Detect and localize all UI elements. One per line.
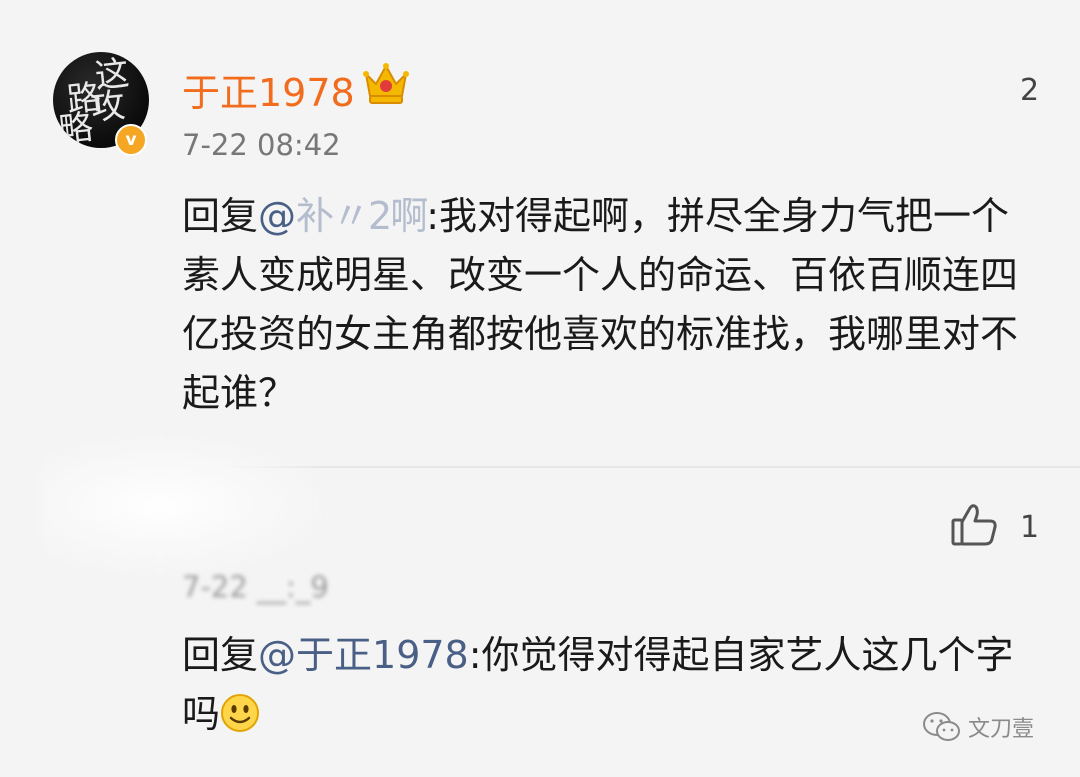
smiley-emoji-icon: [221, 694, 260, 732]
crown-vip-icon: [363, 63, 409, 104]
avatar-calligraphy-4: 略: [57, 107, 95, 148]
comment-count: 2: [1020, 73, 1040, 108]
comment-text: 回复@补〃2啊:我对得起啊，拼尽全身力气把一个素人变成明星、改变一个人的命运、百…: [182, 187, 1042, 423]
thumbs-up-icon[interactable]: [950, 502, 998, 548]
timestamp-blurred: 7-22 __:_9: [182, 570, 329, 604]
reply-comment-text: 回复@于正1978:你觉得对得起自家艺人这几个字吗: [182, 626, 1042, 744]
mention-link[interactable]: @补〃2啊: [258, 194, 428, 238]
mention-link[interactable]: @于正1978: [258, 633, 469, 677]
like-count: 1: [1020, 510, 1040, 545]
wechat-watermark: 文刀壹: [922, 711, 1034, 743]
timestamp: 7-22 08:42: [182, 128, 341, 162]
reply-prefix: 回复: [182, 633, 259, 677]
wechat-icon: [923, 712, 960, 741]
watermark-text: 文刀壹: [968, 717, 1035, 742]
verified-badge-icon: v: [115, 124, 147, 156]
mention-at: @: [258, 194, 297, 238]
avatar-calligraphy-3: 攻: [89, 85, 127, 129]
username[interactable]: 于正1978: [182, 62, 355, 117]
reply-prefix: 回复: [182, 194, 259, 238]
mention-smudged: 补〃2啊: [296, 194, 428, 238]
blurred-avatar-area: [40, 430, 340, 580]
